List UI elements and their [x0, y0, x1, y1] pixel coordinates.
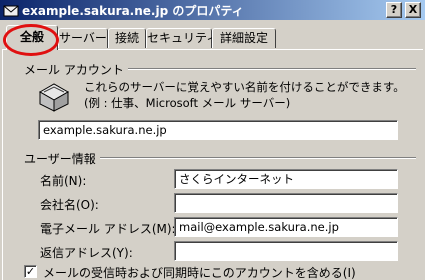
user-info-heading: ユーザー情報	[24, 150, 100, 167]
reply-address-field[interactable]	[174, 241, 398, 261]
tab-security[interactable]: セキュリティ	[146, 28, 218, 48]
email-field[interactable]: mail@example.sakura.ne.jp	[174, 217, 398, 237]
highlight-circle	[3, 24, 59, 56]
reply-address-label: 返信アドレス(Y):	[40, 246, 133, 260]
tab-connection[interactable]: 接続	[108, 28, 146, 48]
name-label: 名前(N):	[40, 174, 87, 188]
include-account-checkbox[interactable]: ✓	[24, 265, 37, 278]
account-name-field[interactable]: example.sakura.ne.jp	[38, 120, 398, 140]
mail-account-icon	[3, 5, 19, 17]
close-button[interactable]: X	[405, 2, 421, 18]
company-label: 会社名(O):	[40, 198, 99, 212]
tab-servers[interactable]: サーバー	[58, 28, 108, 48]
email-label: 電子メール アドレス(M):	[40, 222, 176, 236]
mailbox-icon	[38, 83, 70, 112]
title-bar: example.sakura.ne.jp のプロパティ ? X	[0, 0, 425, 20]
help-button[interactable]: ?	[386, 2, 402, 18]
tab-strip: 全般 サーバー 接続 セキュリティ 詳細設定	[2, 22, 423, 50]
mail-account-description: これらのサーバーに覚えやすい名前を付けることができます。(例 : 仕事、Micr…	[84, 80, 405, 110]
name-field[interactable]: さくらインターネット	[174, 169, 398, 189]
company-field[interactable]	[174, 193, 398, 213]
window-title: example.sakura.ne.jp のプロパティ	[22, 4, 244, 18]
mail-account-heading: メール アカウント	[24, 61, 128, 78]
include-account-label[interactable]: メールの受信時および同期時にこのアカウントを含める(I)	[43, 264, 356, 280]
tab-advanced[interactable]: 詳細設定	[212, 28, 276, 48]
